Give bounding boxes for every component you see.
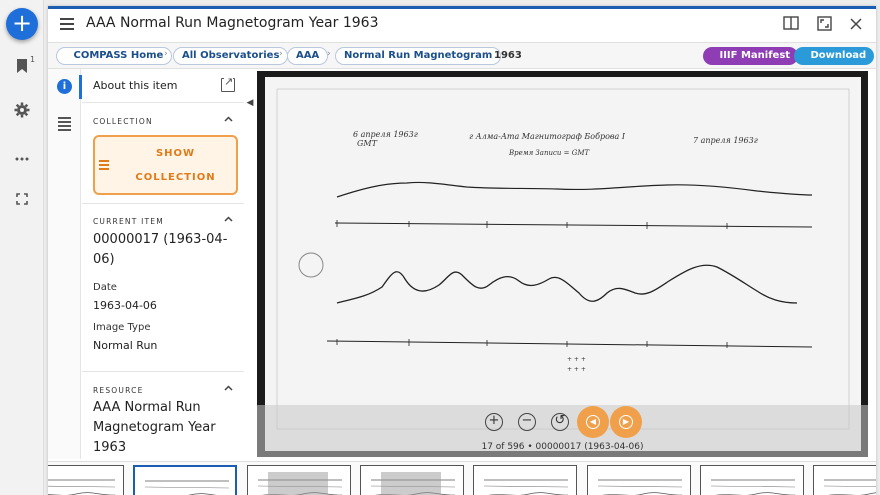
fullscreen-icon[interactable]: [12, 190, 32, 210]
svg-text:+ + +: + + +: [567, 356, 586, 363]
chevron-up-icon[interactable]: [224, 384, 234, 394]
viewer-controls: + − ↺ ◀ ▶ 17 of 596 • 00000017 (1963-04-…: [257, 405, 868, 457]
image-type-label: Image Type: [93, 322, 151, 333]
previous-page-button[interactable]: ◀: [577, 406, 609, 438]
resource-title-line1: AAA Normal Run: [93, 400, 201, 415]
chevron-right-icon: ▶: [619, 415, 633, 429]
collapse-panel-icon[interactable]: ◀: [245, 91, 255, 115]
bookmark-icon[interactable]: [12, 58, 32, 78]
image-type-value: Normal Run: [93, 339, 158, 352]
table-of-contents-icon[interactable]: [58, 117, 71, 133]
download-button[interactable]: Download: [794, 47, 875, 65]
page-status: 17 of 596 • 00000017 (1963-04-06): [481, 442, 644, 452]
breadcrumb-current-1963: 1963: [494, 50, 522, 61]
show-collection-label-line1: SHOW: [155, 148, 196, 159]
hamburger-menu-icon[interactable]: [60, 18, 74, 30]
chevron-up-icon[interactable]: [224, 115, 234, 125]
breadcrumb-all-observatories[interactable]: All Observatories: [173, 47, 289, 65]
breadcrumb-separator: ›: [327, 49, 331, 59]
thumbnail[interactable]: [247, 465, 351, 495]
handwritten-left-date: 6 апреля 1963г: [353, 130, 418, 139]
bookmark-count-badge: 1: [30, 55, 36, 64]
breadcrumb: COMPASS Home › All Observatories › AAA ›…: [48, 43, 876, 69]
section-divider: [82, 371, 244, 372]
app-rail: + 1: [0, 0, 44, 495]
handwritten-right-date: 7 апреля 1963г: [693, 136, 758, 145]
external-link-icon[interactable]: [221, 75, 235, 92]
chevron-left-icon: ◀: [586, 415, 600, 429]
svg-text:+ + +: + + +: [567, 366, 586, 373]
image-canvas[interactable]: 6 апреля 1963г GMT г Алма-Ата Магнитогра…: [257, 71, 868, 457]
thumbnail-strip: [48, 461, 876, 495]
handwritten-center-title: г Алма-Ата Магнитограф Боброва I: [469, 132, 626, 141]
list-icon: [99, 160, 109, 172]
date-value: 1963-04-06: [93, 299, 157, 312]
breadcrumb-aaa[interactable]: AAA: [287, 47, 329, 65]
iiif-manifest-button[interactable]: IIIF Manifest: [703, 47, 799, 65]
current-item-title-line2: 06): [93, 252, 115, 267]
add-button[interactable]: +: [6, 8, 38, 40]
reset-rotate-icon[interactable]: ↺: [551, 413, 569, 431]
show-collection-button[interactable]: SHOW COLLECTION: [93, 135, 238, 195]
handwritten-center-subtitle: Время Записи = GMT: [508, 149, 590, 157]
book-view-icon[interactable]: [782, 16, 800, 34]
thumbnail[interactable]: [473, 465, 577, 495]
date-label: Date: [93, 282, 117, 293]
thumbnail[interactable]: [813, 465, 876, 495]
resource-heading: RESOURCE: [93, 386, 144, 395]
breadcrumb-separator: ›: [279, 49, 283, 59]
zoom-in-icon[interactable]: +: [485, 413, 503, 431]
image-viewer: ◀ 6 апреля 1963г GMT г Алма-Ата Магнитог…: [245, 69, 876, 459]
breadcrumb-compass-home[interactable]: COMPASS Home: [56, 47, 173, 65]
section-divider: [82, 203, 244, 204]
panel-tabs: i: [48, 69, 82, 459]
breadcrumb-separator: ›: [485, 49, 489, 59]
zoom-out-icon[interactable]: −: [518, 413, 536, 431]
thumbnail[interactable]: [360, 465, 464, 495]
gear-icon[interactable]: [12, 102, 32, 122]
maximize-icon[interactable]: [815, 16, 833, 34]
breadcrumb-separator: ›: [164, 49, 168, 59]
title-bar: AAA Normal Run Magnetogram Year 1963: [48, 9, 876, 43]
collection-heading: COLLECTION: [93, 117, 153, 126]
resource-title-line2: Magnetogram Year: [93, 420, 216, 435]
current-item-heading: CURRENT ITEM: [93, 217, 164, 226]
handwritten-left-tz: GMT: [357, 139, 378, 148]
breadcrumb-normal-run-magnetogram[interactable]: Normal Run Magnetogram: [335, 47, 502, 65]
current-item-title-line1: 00000017 (1963-04-: [93, 232, 228, 247]
thumbnail[interactable]: [48, 465, 124, 495]
more-icon[interactable]: [12, 146, 32, 166]
window-title: AAA Normal Run Magnetogram Year 1963: [86, 15, 379, 31]
thumbnail[interactable]: [700, 465, 804, 495]
info-icon[interactable]: i: [57, 79, 72, 94]
chevron-up-icon[interactable]: [224, 215, 234, 225]
next-page-button[interactable]: ▶: [610, 406, 642, 438]
thumbnail-selected[interactable]: [133, 465, 237, 495]
thumbnail[interactable]: [587, 465, 691, 495]
viewer-window: AAA Normal Run Magnetogram Year 1963 COM…: [48, 6, 876, 495]
show-collection-label-line2: COLLECTION: [135, 172, 216, 183]
close-icon[interactable]: [847, 16, 865, 34]
resource-title-line3: 1963: [93, 440, 127, 455]
info-panel: About this item COLLECTION SHOW COLLECTI…: [82, 69, 244, 459]
about-header: About this item: [82, 69, 244, 103]
about-title: About this item: [93, 79, 178, 92]
